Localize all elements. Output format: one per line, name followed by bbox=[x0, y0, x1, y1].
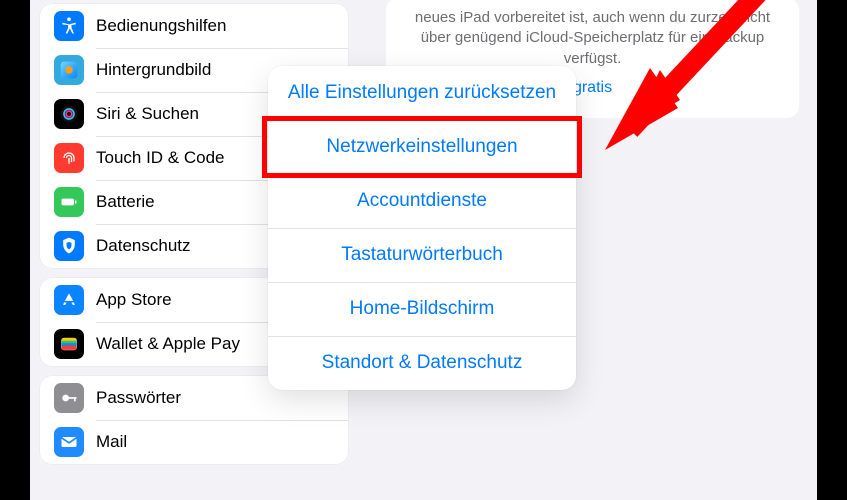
device-frame: Bedienungshilfen Hintergrundbild Siri & Su… bbox=[0, 0, 847, 500]
key-icon bbox=[54, 383, 84, 413]
mail-icon bbox=[54, 427, 84, 457]
accessibility-icon bbox=[54, 11, 84, 41]
sidebar-item-label: Bedienungshilfen bbox=[96, 16, 226, 36]
reset-action-sheet: Alle Einstellungen zurücksetzenNetzwerke… bbox=[268, 66, 576, 390]
sidebar-item-label: Datenschutz bbox=[96, 236, 191, 256]
info-link[interactable]: gratis bbox=[573, 77, 612, 99]
sidebar-item-label: Wallet & Apple Pay bbox=[96, 334, 240, 354]
sidebar-item-label: Passwörter bbox=[96, 388, 181, 408]
reset-option-3[interactable]: Tastaturwörterbuch bbox=[268, 228, 576, 282]
siri-icon bbox=[54, 99, 84, 129]
battery-icon bbox=[54, 187, 84, 217]
sidebar-item-label: Mail bbox=[96, 432, 127, 452]
reset-option-4[interactable]: Home-Bildschirm bbox=[268, 282, 576, 336]
reset-option-0[interactable]: Alle Einstellungen zurücksetzen bbox=[268, 66, 576, 120]
sidebar-item-mail[interactable]: Mail bbox=[40, 420, 348, 464]
wallpaper-icon bbox=[54, 55, 84, 85]
reset-option-2[interactable]: Accountdienste bbox=[268, 174, 576, 228]
reset-option-1[interactable]: Netzwerkeinstellungen bbox=[268, 120, 576, 174]
sidebar-item-label: Siri & Suchen bbox=[96, 104, 199, 124]
sidebar-item-accessibility[interactable]: Bedienungshilfen bbox=[40, 4, 348, 48]
sidebar-item-label: App Store bbox=[96, 290, 172, 310]
privacy-icon bbox=[54, 231, 84, 261]
reset-option-5[interactable]: Standort & Datenschutz bbox=[268, 336, 576, 390]
info-text: neues iPad vorbereitet ist, auch wenn du… bbox=[408, 8, 777, 69]
sidebar-item-label: Touch ID & Code bbox=[96, 148, 225, 168]
sidebar-item-label: Hintergrundbild bbox=[96, 60, 211, 80]
appstore-icon bbox=[54, 285, 84, 315]
sidebar-item-label: Batterie bbox=[96, 192, 155, 212]
screen: Bedienungshilfen Hintergrundbild Siri & Su… bbox=[30, 0, 817, 500]
wallet-icon bbox=[54, 329, 84, 359]
fingerprint-icon bbox=[54, 143, 84, 173]
